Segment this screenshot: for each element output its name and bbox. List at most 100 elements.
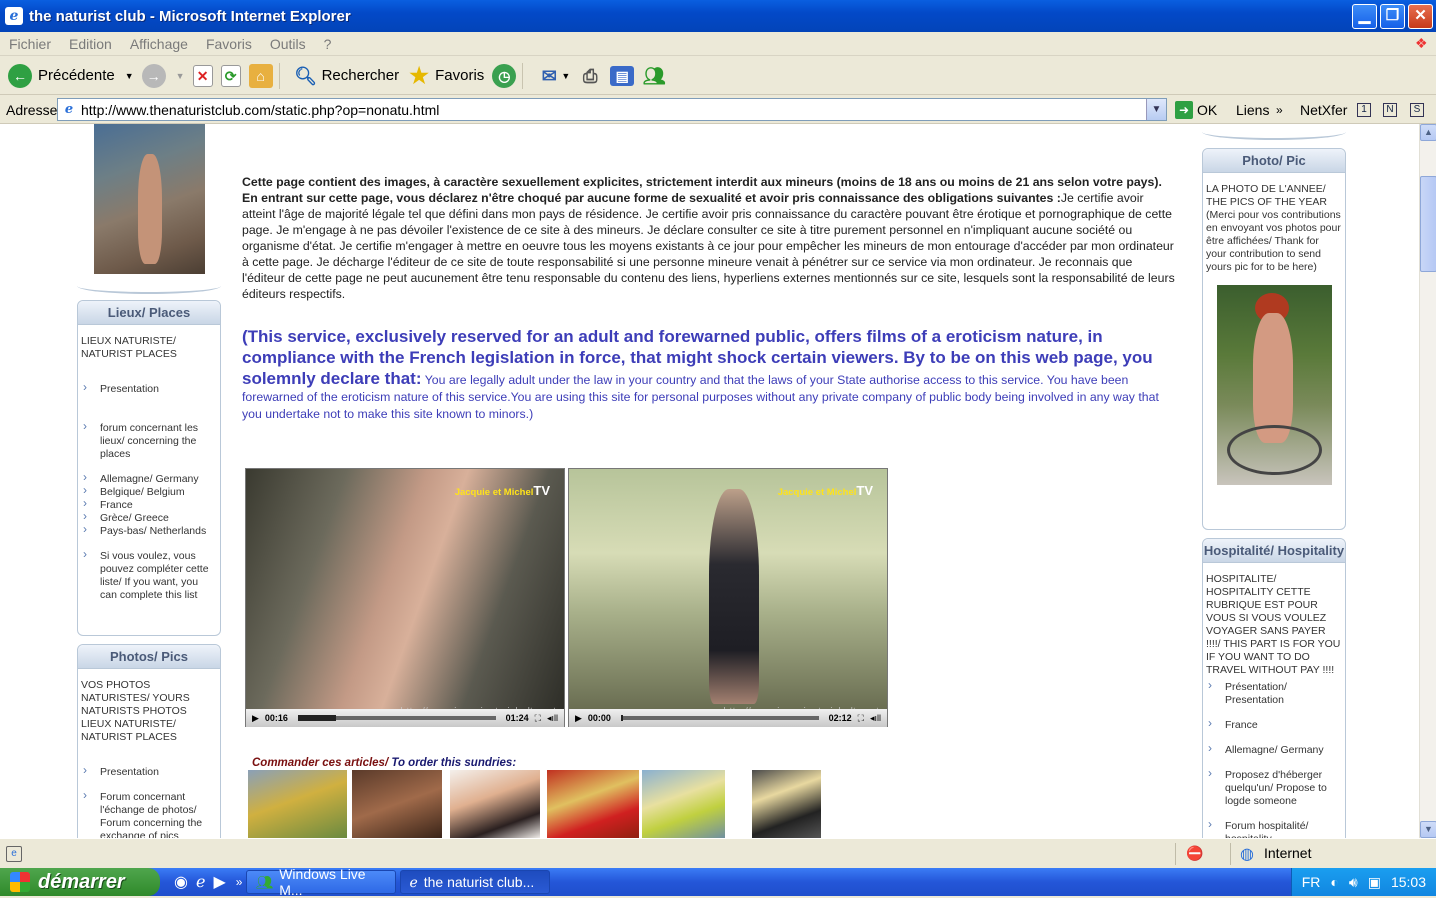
product-thumbnail[interactable]: [642, 770, 725, 838]
places-link[interactable]: France: [81, 497, 217, 512]
places-link[interactable]: Allemagne/ Germany: [81, 471, 217, 486]
video-player[interactable]: Jacquie et MichelTV http://www.jacquieet…: [245, 468, 565, 727]
elapsed-time: 00:16: [264, 713, 288, 723]
start-button[interactable]: démarrer: [0, 868, 160, 896]
product-thumbnail[interactable]: [547, 770, 639, 838]
links-chevron-icon[interactable]: »: [1276, 103, 1283, 117]
play-icon[interactable]: ▶: [575, 710, 582, 726]
places-link[interactable]: Pays-bas/ Netherlands: [81, 523, 217, 538]
task-windows-live[interactable]: 👥︎ Windows Live M...: [246, 866, 397, 898]
product-thumbnail[interactable]: [450, 770, 540, 838]
minimize-button[interactable]: ▁: [1352, 3, 1377, 29]
ie-quicklaunch-icon[interactable]: ℯ: [196, 872, 205, 892]
menu-fichier[interactable]: Fichier: [0, 36, 60, 52]
places-link[interactable]: Grèce/ Greece: [81, 510, 217, 525]
go-label: OK: [1197, 101, 1218, 118]
hospitality-link[interactable]: Présentation/ Presentation: [1206, 679, 1342, 707]
hospitality-link[interactable]: Forum hospitalité/ hospitality: [1206, 818, 1342, 838]
forward-button[interactable]: → ▼: [141, 61, 185, 91]
places-link[interactable]: forum concernant les lieux/ concerning t…: [81, 420, 217, 461]
task-ie[interactable]: ℯ the naturist club...: [400, 870, 551, 894]
scroll-down-icon[interactable]: ▼: [1420, 821, 1436, 838]
history-button[interactable]: ◷: [492, 61, 517, 91]
left-photo[interactable]: [94, 124, 205, 274]
refresh-button[interactable]: ⟳: [220, 61, 241, 91]
favorites-label: Favoris: [435, 67, 485, 84]
product-thumbnail[interactable]: [752, 770, 821, 838]
scroll-up-icon[interactable]: ▲: [1420, 124, 1436, 141]
photos-link[interactable]: Forum concernant l'échange de photos/ Fo…: [81, 789, 217, 838]
vertical-scrollbar[interactable]: ▲ ▼: [1419, 124, 1436, 838]
fullscreen-icon[interactable]: ⛶: [535, 710, 541, 726]
status-separator: [1230, 843, 1231, 865]
title-bar[interactable]: e the naturist club - Microsoft Internet…: [0, 0, 1436, 32]
desktop-icon[interactable]: ◉: [174, 872, 188, 892]
elapsed-time: 00:00: [587, 713, 611, 723]
stop-button[interactable]: ✕: [192, 61, 213, 91]
total-time: 01:24: [505, 713, 529, 723]
seek-bar[interactable]: [620, 715, 819, 721]
home-icon: ⌂: [248, 63, 273, 88]
language-indicator[interactable]: FR: [1302, 874, 1321, 890]
volume-tray-icon[interactable]: 🔊︎: [1349, 874, 1358, 891]
places-link[interactable]: Si vous voulez, vous pouvez compléter ce…: [81, 548, 217, 602]
product-thumbnail[interactable]: [352, 770, 442, 838]
toolbar-s-icon[interactable]: S: [1410, 102, 1424, 117]
tray-icon[interactable]: ◐: [1330, 874, 1338, 890]
address-dropdown-icon[interactable]: ▼: [1146, 99, 1166, 120]
menu-affichage[interactable]: Affichage: [121, 36, 197, 52]
places-box: Lieux/ Places LIEUX NATURISTE/ NATURIST …: [77, 300, 221, 636]
network-tray-icon[interactable]: ▣: [1368, 874, 1381, 891]
video-player[interactable]: Jacquie et MichelTV http://www.jacquieet…: [568, 468, 888, 727]
mail-button[interactable]: ✉ ▼: [537, 61, 570, 91]
address-input[interactable]: e http://www.thenaturistclub.com/static.…: [57, 98, 1167, 121]
media-player-icon[interactable]: ▶: [213, 872, 225, 892]
links-button[interactable]: Liens: [1236, 102, 1269, 118]
hospitality-link[interactable]: Allemagne/ Germany: [1206, 742, 1342, 757]
scroll-thumb[interactable]: [1420, 176, 1436, 272]
menu-outils[interactable]: Outils: [261, 36, 315, 52]
places-link[interactable]: Belgique/ Belgium: [81, 484, 217, 499]
product-thumbnail[interactable]: [248, 770, 347, 838]
photos-intro: VOS PHOTOS NATURISTES/ YOURS NATURISTS P…: [81, 679, 190, 743]
french-disclaimer-text: Je certifie avoir atteint l'âge de major…: [242, 191, 1175, 301]
seek-bar[interactable]: [297, 715, 496, 721]
address-url[interactable]: http://www.thenaturistclub.com/static.ph…: [81, 102, 439, 118]
task-label: Windows Live M...: [279, 866, 366, 898]
quicklaunch-chevron-icon[interactable]: »: [236, 875, 243, 889]
search-button[interactable]: 🔍︎ Rechercher: [294, 61, 399, 91]
home-button[interactable]: ⌂: [248, 61, 273, 91]
photos-link[interactable]: Presentation: [81, 764, 217, 779]
back-dropdown-icon[interactable]: ▼: [125, 71, 134, 81]
hospitality-link[interactable]: Proposez d'héberger quelqu'un/ Propose t…: [1206, 767, 1342, 808]
netxfer-button[interactable]: NetXfer: [1300, 102, 1347, 118]
fullscreen-icon[interactable]: ⛶: [858, 710, 864, 726]
photo-figure: [138, 154, 162, 264]
photos-title: Photos/ Pics: [78, 645, 220, 669]
toolbar-1-icon[interactable]: 1: [1357, 102, 1371, 117]
english-disclaimer: (This service, exclusively reserved for …: [242, 326, 1177, 422]
messenger-button[interactable]: 👥︎: [642, 61, 666, 91]
back-button[interactable]: ← Précédente ▼: [8, 61, 134, 91]
photo-bicycle: [1227, 425, 1322, 475]
close-button[interactable]: ✕: [1408, 3, 1433, 29]
pic-of-the-year-photo[interactable]: [1217, 285, 1332, 485]
box-divider: [77, 278, 221, 294]
favorites-button[interactable]: ★ Favoris: [407, 61, 484, 91]
go-button[interactable]: ➜ OK: [1175, 100, 1218, 119]
video-screen[interactable]: [246, 469, 564, 709]
menu-edition[interactable]: Edition: [60, 36, 121, 52]
edit-button[interactable]: ▤: [610, 61, 635, 91]
back-arrow-icon: ←: [8, 63, 32, 88]
play-icon[interactable]: ▶: [252, 710, 259, 726]
toolbar-n-icon[interactable]: N: [1383, 102, 1397, 117]
hospitality-link[interactable]: France: [1206, 717, 1342, 732]
menu-favoris[interactable]: Favoris: [197, 36, 261, 52]
restore-button[interactable]: ❐: [1380, 3, 1405, 29]
places-link[interactable]: Presentation: [81, 381, 217, 396]
menu-help[interactable]: ?: [315, 36, 341, 52]
volume-icon[interactable]: ◂ıll: [547, 710, 558, 726]
mail-dropdown-icon[interactable]: ▼: [561, 71, 570, 81]
print-button[interactable]: ⎙: [578, 61, 602, 91]
volume-icon[interactable]: ◂ıll: [870, 710, 881, 726]
